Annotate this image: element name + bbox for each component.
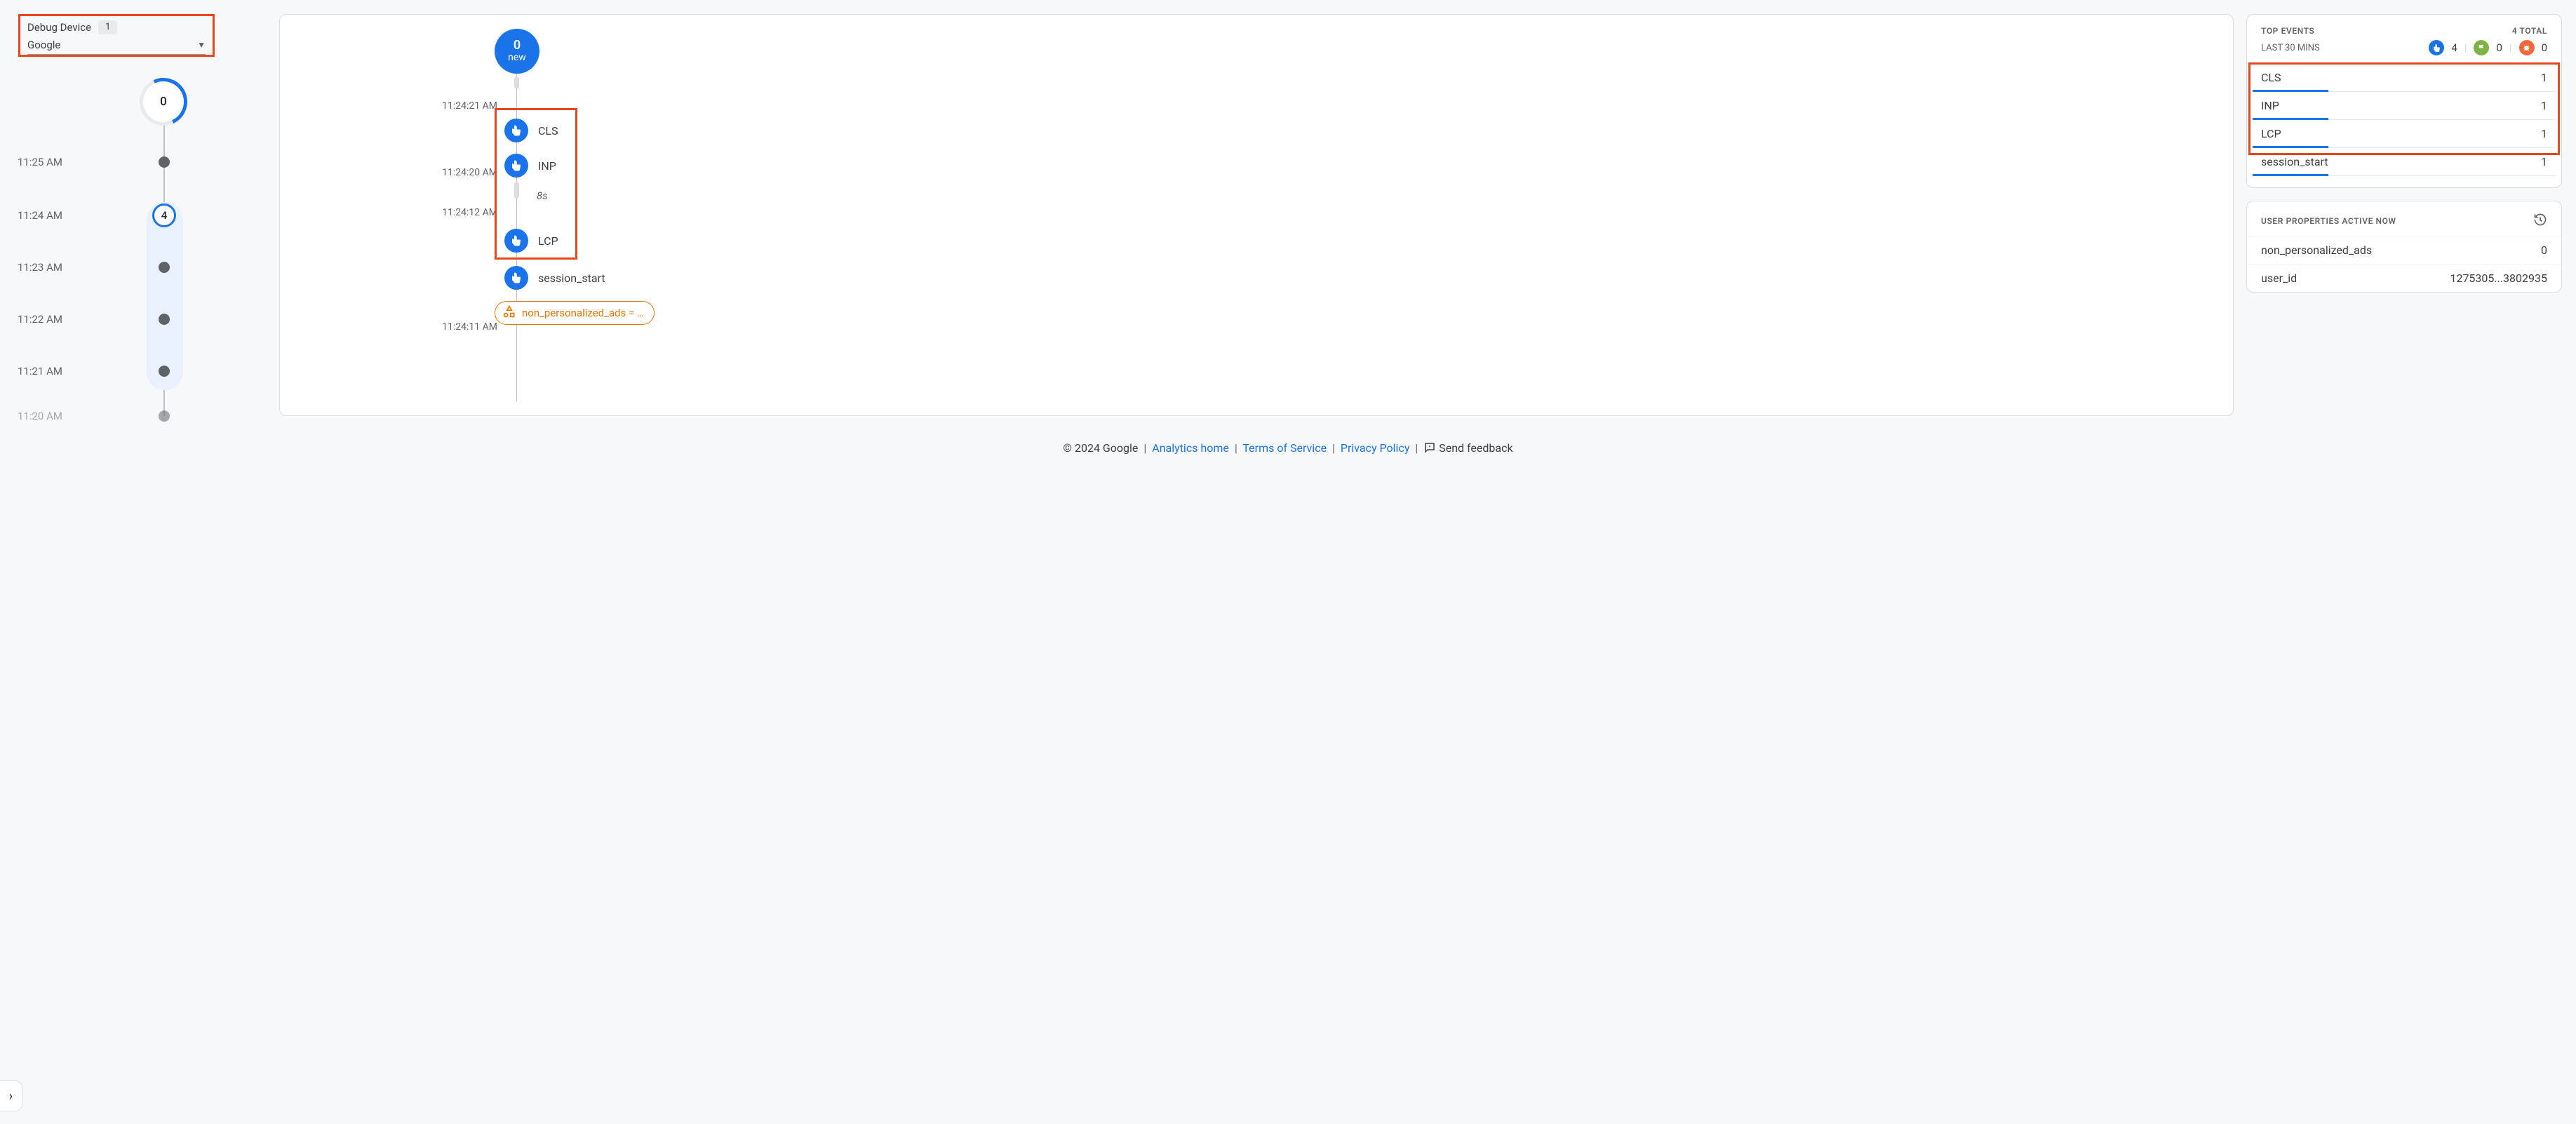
user-property-value: 1275305...3802935 [2450, 272, 2547, 285]
shapes-icon [502, 305, 516, 321]
top-event-row[interactable]: session_start 1 [2253, 148, 2556, 176]
minute-label: 11:20 AM [18, 410, 62, 422]
top-event-name: CLS [2261, 71, 2281, 84]
user-property-row[interactable]: non_personalized_ads 0 [2247, 236, 2561, 264]
top-event-row[interactable]: LCP 1 [2253, 120, 2556, 148]
top-event-row[interactable]: CLS 1 [2253, 64, 2556, 92]
user-property-text: non_personalized_ads = … [522, 307, 644, 319]
top-event-name: LCP [2261, 127, 2281, 140]
page-footer: © 2024 Google | Analytics home | Terms o… [14, 429, 2562, 471]
user-property-value: 0 [2541, 243, 2547, 257]
debug-device-count-badge: 1 [98, 20, 117, 34]
top-events-total: 4 TOTAL [2512, 26, 2547, 36]
minute-dot[interactable] [159, 156, 170, 168]
expand-panel-button[interactable]: › [0, 1080, 22, 1111]
debug-device-dropdown[interactable]: Google ▼ [27, 34, 206, 55]
event-row-lcp[interactable]: LCP [504, 229, 558, 253]
send-feedback-link[interactable]: Send feedback [1439, 441, 1512, 455]
bug-count: 0 [2542, 41, 2547, 54]
history-icon[interactable] [2533, 213, 2547, 229]
event-row-cls[interactable]: CLS [504, 119, 558, 142]
user-property-pill[interactable]: non_personalized_ads = … [495, 301, 655, 325]
touch-icon [504, 266, 528, 290]
event-name: session_start [538, 272, 605, 285]
top-events-subheader: LAST 30 MINS [2261, 43, 2320, 53]
user-property-row[interactable]: user_id 1275305...3802935 [2247, 264, 2561, 292]
stream-gap-marker [514, 76, 519, 89]
chevron-down-icon: ▼ [197, 40, 206, 50]
minute-label: 11:24 AM [18, 209, 62, 222]
minute-label: 11:22 AM [18, 313, 62, 326]
touch-count: 4 [2451, 41, 2457, 54]
timeline-head-counter[interactable]: 0 [142, 81, 185, 123]
event-row-inp[interactable]: INP [504, 154, 556, 178]
stream-gap-marker [514, 182, 519, 199]
minute-dot[interactable] [159, 314, 170, 325]
top-events-header: TOP EVENTS [2261, 26, 2314, 36]
minute-dot[interactable] [159, 262, 170, 273]
minute-dot[interactable] [159, 366, 170, 377]
event-timestamp: 11:24:20 AM [442, 167, 497, 178]
event-timestamp: 11:24:21 AM [442, 100, 497, 112]
top-event-bar [2253, 174, 2328, 176]
touch-icon [2429, 40, 2444, 55]
flag-icon [2474, 40, 2489, 55]
flag-count: 0 [2496, 41, 2502, 54]
touch-icon [504, 229, 528, 253]
user-property-name: user_id [2261, 272, 2297, 285]
new-events-bubble[interactable]: 0 new [495, 29, 539, 74]
debug-device-title: Debug Device [27, 21, 91, 34]
top-event-name: INP [2261, 99, 2279, 112]
event-timestamp: 11:24:11 AM [442, 321, 497, 333]
event-timestamp: 11:24:12 AM [442, 207, 497, 218]
touch-icon [504, 119, 528, 142]
footer-copyright: © 2024 Google [1063, 441, 1138, 455]
bug-icon [2519, 40, 2535, 55]
top-event-count: 1 [2541, 155, 2547, 168]
stream-gap-label: 8s [537, 189, 548, 202]
top-event-count: 1 [2541, 99, 2547, 112]
minute-timeline-selection [147, 202, 183, 390]
event-name: CLS [538, 124, 558, 138]
minute-label: 11:25 AM [18, 156, 62, 168]
top-event-name: session_start [2261, 155, 2328, 168]
top-event-count: 1 [2541, 71, 2547, 84]
minute-selected-ring[interactable]: 4 [152, 203, 176, 227]
top-event-row[interactable]: INP 1 [2253, 92, 2556, 120]
event-row-session-start[interactable]: session_start [504, 266, 605, 290]
footer-link-analytics-home[interactable]: Analytics home [1152, 441, 1229, 455]
debug-device-selected: Google [27, 39, 60, 51]
minute-dot[interactable] [159, 410, 170, 422]
event-name: LCP [538, 234, 558, 248]
minute-timeline: 0 11:25 AM 11:24 AM 4 11:23 AM 11:22 AM … [74, 65, 200, 416]
user-properties-card: USER PROPERTIES ACTIVE NOW non_personali… [2246, 201, 2562, 293]
footer-link-privacy[interactable]: Privacy Policy [1341, 441, 1410, 455]
footer-link-tos[interactable]: Terms of Service [1242, 441, 1327, 455]
event-name: INP [538, 159, 556, 173]
user-properties-header: USER PROPERTIES ACTIVE NOW [2261, 216, 2396, 226]
user-property-name: non_personalized_ads [2261, 243, 2372, 257]
top-events-card: TOP EVENTS 4 TOTAL LAST 30 MINS 4 | 0 | … [2246, 14, 2562, 188]
chevron-right-icon: › [9, 1089, 13, 1104]
feedback-icon [1423, 441, 1439, 455]
debug-device-selector-highlight: Debug Device 1 Google ▼ [18, 14, 215, 57]
top-event-count: 1 [2541, 127, 2547, 140]
minute-label: 11:23 AM [18, 261, 62, 274]
touch-icon [504, 154, 528, 178]
minute-label: 11:21 AM [18, 365, 62, 377]
event-stream-card: 0 new 11:24:21 AM CLS INP 11:24:20 AM 8s… [279, 14, 2234, 416]
